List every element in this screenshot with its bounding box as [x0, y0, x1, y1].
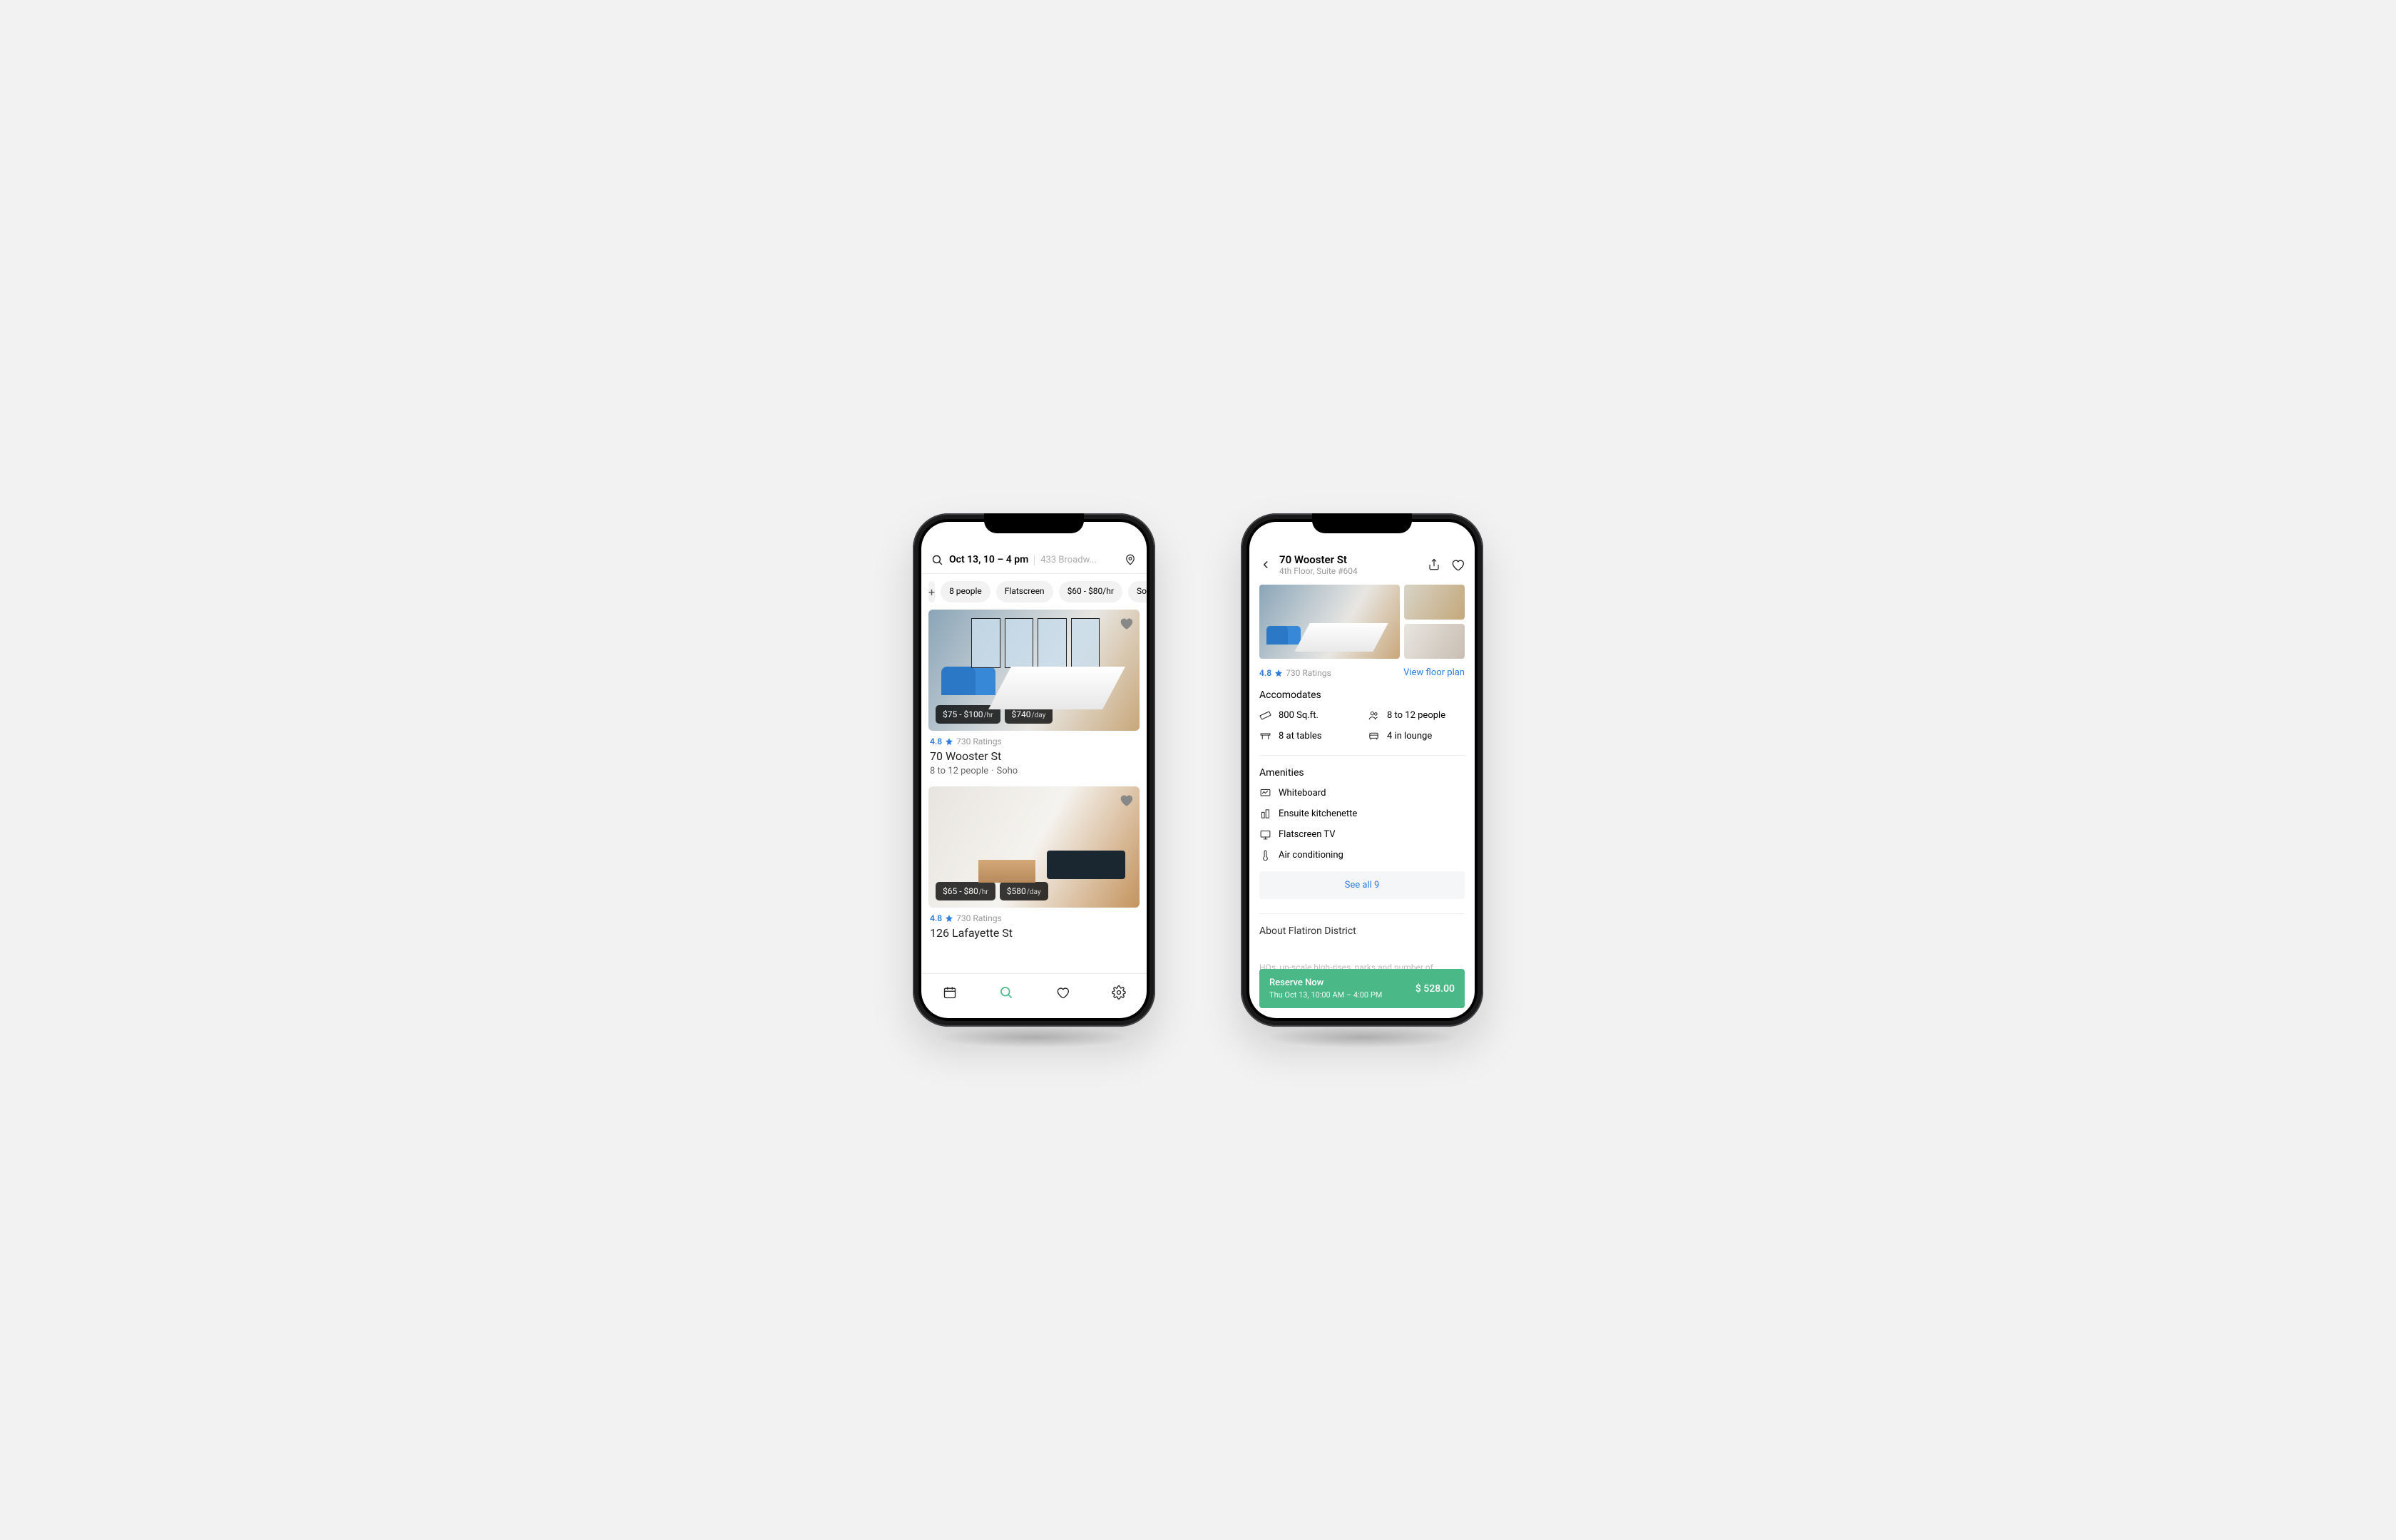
tab-bar	[921, 973, 1147, 1018]
listing-card[interactable]: $65 - $80/hr $580/day 4.8 730 Ratings 12…	[928, 786, 1140, 940]
amenity-item: Flatscreen TV	[1259, 828, 1465, 841]
favorite-icon[interactable]	[1450, 558, 1465, 572]
amenities-list: Whiteboard Ensuite kitchenette Flatscree…	[1259, 787, 1465, 861]
thermometer-icon	[1259, 849, 1271, 861]
star-icon	[945, 737, 953, 746]
amenity-item: Whiteboard	[1259, 787, 1465, 799]
phone-frame-right: 70 Wooster St 4th Floor, Suite #604	[1241, 513, 1483, 1027]
divider	[1259, 913, 1465, 914]
people-icon	[1368, 709, 1380, 722]
detail-title: 70 Wooster St	[1279, 553, 1420, 566]
share-icon[interactable]	[1428, 558, 1440, 571]
listing-card[interactable]: $75 - $100/hr $740/day 4.8 730 Ratings 7…	[928, 610, 1140, 776]
rating-floorplan-row: 4.8 730 Ratings View floor plan	[1259, 667, 1465, 678]
price-daily: $740/day	[1005, 705, 1053, 724]
filter-pill-screen[interactable]: Flatscreen	[996, 581, 1053, 602]
search-icon	[931, 554, 943, 566]
rating-value: 4.8	[930, 736, 942, 746]
favorite-icon[interactable]	[1118, 615, 1134, 631]
notch	[1312, 513, 1412, 533]
tv-icon	[1259, 828, 1271, 841]
add-filter-button[interactable]: +	[928, 581, 935, 602]
filter-pill-price[interactable]: $60 - $80/hr	[1059, 581, 1122, 602]
rating-count: 730 Ratings	[1286, 668, 1331, 678]
photo-gallery[interactable]	[1259, 585, 1465, 659]
filter-pill-more[interactable]: So	[1128, 581, 1147, 602]
screen-detail: 70 Wooster St 4th Floor, Suite #604	[1249, 522, 1475, 1018]
location-pin-icon[interactable]	[1124, 553, 1137, 566]
listing-photo: $75 - $100/hr $740/day	[928, 610, 1140, 731]
screen-search: Oct 13, 10 – 4 pm 433 Broadw... + 8 peop…	[921, 522, 1147, 1018]
filter-pill-people[interactable]: 8 people	[941, 581, 990, 602]
acc-people: 8 to 12 people	[1368, 709, 1465, 722]
ruler-icon	[1259, 709, 1271, 722]
detail-subtitle: 4th Floor, Suite #604	[1279, 566, 1420, 576]
search-query: Oct 13, 10 – 4 pm	[949, 554, 1028, 565]
floorplan-link[interactable]: View floor plan	[1403, 667, 1465, 678]
see-all-button[interactable]: See all 9	[1259, 871, 1465, 899]
listings-scroll[interactable]: $75 - $100/hr $740/day 4.8 730 Ratings 7…	[921, 610, 1147, 973]
gallery-main-photo[interactable]	[1259, 585, 1400, 659]
amenities-heading: Amenities	[1259, 767, 1465, 779]
amenity-item: Ensuite kitchenette	[1259, 808, 1465, 820]
accommodates-heading: Accomodates	[1259, 689, 1465, 701]
listing-meta: 4.8 730 Ratings 126 Lafayette St	[928, 908, 1140, 940]
reserve-datetime: Thu Oct 13, 10:00 AM – 4:00 PM	[1269, 990, 1382, 1000]
whiteboard-icon	[1259, 787, 1271, 799]
price-hourly: $75 - $100/hr	[936, 705, 1000, 724]
back-icon[interactable]	[1259, 558, 1272, 571]
sofa-icon	[1368, 730, 1380, 742]
about-heading: About Flatiron District	[1259, 925, 1465, 937]
price-daily: $580/day	[1000, 882, 1048, 900]
phone-frame-left: Oct 13, 10 – 4 pm 433 Broadw... + 8 peop…	[913, 513, 1155, 1027]
price-badges: $65 - $80/hr $580/day	[936, 882, 1048, 900]
notch	[984, 513, 1084, 533]
reserve-button[interactable]: Reserve Now Thu Oct 13, 10:00 AM – 4:00 …	[1259, 969, 1465, 1008]
acc-lounge: 4 in lounge	[1368, 730, 1465, 742]
listing-photo: $65 - $80/hr $580/day	[928, 786, 1140, 908]
acc-sqft: 800 Sq.ft.	[1259, 709, 1356, 722]
accommodates-grid: 800 Sq.ft. 8 to 12 people 8 at tables	[1259, 709, 1465, 742]
gallery-thumb[interactable]	[1404, 585, 1465, 620]
listing-meta: 4.8 730 Ratings 70 Wooster St 8 to 12 pe…	[928, 731, 1140, 776]
listing-subline: 8 to 12 people·Soho	[930, 766, 1138, 776]
favorite-icon[interactable]	[1118, 792, 1134, 808]
star-icon	[945, 914, 953, 923]
listing-title: 126 Lafayette St	[930, 926, 1138, 940]
tab-settings[interactable]	[1107, 981, 1130, 1007]
rating-count: 730 Ratings	[956, 736, 1002, 746]
divider	[1259, 755, 1465, 756]
gallery-thumb[interactable]	[1404, 624, 1465, 659]
rating-value: 4.8	[930, 913, 942, 923]
rating-count: 730 Ratings	[956, 913, 1002, 923]
reserve-title: Reserve Now	[1269, 977, 1382, 988]
price-badges: $75 - $100/hr $740/day	[936, 705, 1053, 724]
tab-search[interactable]	[995, 981, 1018, 1007]
detail-scroll[interactable]: 4.8 730 Ratings View floor plan Accomoda…	[1249, 582, 1475, 1018]
reserve-price: $ 528.00	[1415, 983, 1455, 995]
acc-tables: 8 at tables	[1259, 730, 1356, 742]
listing-title: 70 Wooster St	[930, 749, 1138, 763]
tab-favorites[interactable]	[1051, 981, 1074, 1007]
table-icon	[1259, 730, 1271, 742]
filter-row: + 8 people Flatscreen $60 - $80/hr So	[921, 574, 1147, 610]
search-location: 433 Broadw...	[1034, 555, 1118, 565]
amenity-item: Air conditioning	[1259, 849, 1465, 861]
star-icon	[1274, 669, 1283, 677]
rating-value: 4.8	[1259, 668, 1271, 678]
price-hourly: $65 - $80/hr	[936, 882, 995, 900]
kitchenette-icon	[1259, 808, 1271, 820]
tab-calendar[interactable]	[938, 981, 961, 1007]
